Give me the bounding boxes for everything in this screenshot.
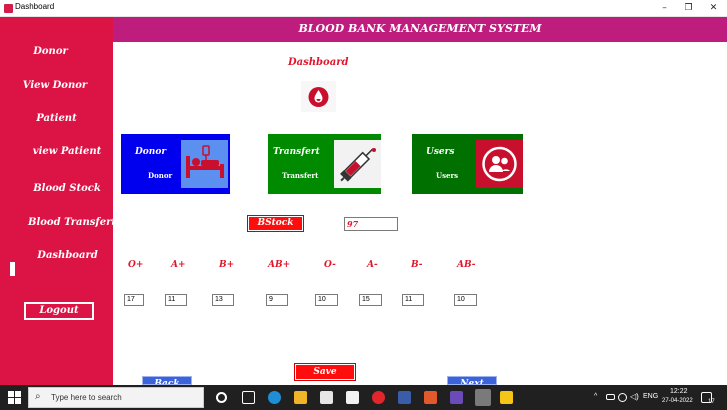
clock-date[interactable]: 27-04-2022 [662, 398, 693, 404]
blood-group-label: O+ [128, 260, 144, 270]
sidebar-item-patient[interactable]: Patient [0, 113, 113, 124]
blood-group-label: AB- [457, 260, 476, 270]
battery-icon[interactable] [606, 394, 615, 400]
volume-icon[interactable]: ◁) [630, 392, 639, 401]
taskbar: ⌕ Type here to search ^ ◁) ENG 12:22 27-… [0, 385, 727, 410]
save-button[interactable]: Save [294, 363, 356, 381]
sidebar: Donor View Donor Patient view Patient Bl… [0, 17, 116, 385]
blood-drop-logo [301, 81, 336, 112]
taskbar-search[interactable]: ⌕ Type here to search [28, 387, 204, 408]
blood-group-label: B- [411, 260, 423, 270]
sidebar-item-view-donor[interactable]: View Donor [10, 80, 100, 91]
users-icon [476, 140, 523, 188]
notification-count: 17 [708, 399, 715, 405]
network-icon[interactable] [618, 393, 627, 402]
bstock-total-field[interactable]: 97 [344, 217, 398, 231]
blood-group-label: A+ [171, 260, 186, 270]
language-indicator[interactable]: ENG [643, 393, 658, 400]
donor-card[interactable]: Donor Donor [121, 134, 230, 194]
sticky-app-icon[interactable] [500, 391, 513, 404]
patient-bed-icon [181, 140, 228, 188]
facebook-icon[interactable] [398, 391, 411, 404]
sidebar-item-donor[interactable]: Donor [0, 46, 107, 57]
blood-group-value-field[interactable]: 11 [402, 294, 424, 306]
donor-card-title: Donor [135, 147, 167, 157]
app-title: BLOOD BANK MANAGEMENT SYSTEM [298, 22, 542, 35]
file-explorer-icon[interactable] [294, 391, 307, 404]
blood-drop-icon [308, 87, 329, 107]
cortana-icon[interactable] [216, 392, 227, 403]
window-titlebar: Dashboard – ❐ ✕ [0, 0, 727, 17]
next-button[interactable]: Next [447, 376, 497, 385]
blood-group-label: A- [367, 260, 378, 270]
syringe-icon [334, 140, 381, 188]
users-card-subtitle: Users [436, 171, 459, 180]
transfert-card[interactable]: Transfert Transfert [268, 134, 381, 194]
store-icon[interactable] [320, 391, 333, 404]
blood-group-value-field[interactable]: 13 [212, 294, 234, 306]
taskbar-search-placeholder: Type here to search [51, 393, 122, 402]
office-icon[interactable] [424, 391, 437, 404]
search-icon: ⌕ [35, 391, 41, 402]
blood-group-value-field[interactable]: 10 [315, 294, 338, 306]
window-title: Dashboard [15, 2, 55, 11]
active-app-icon[interactable] [475, 389, 491, 406]
opera-icon[interactable] [372, 391, 385, 404]
sidebar-item-blood-transfert[interactable]: Blood Transfert [14, 217, 130, 228]
minimize-button[interactable]: – [652, 0, 677, 17]
windows-start-icon[interactable] [8, 391, 21, 404]
back-button[interactable]: Back [142, 376, 192, 385]
blood-group-value-field[interactable]: 9 [266, 294, 288, 306]
page-title: Dashboard [288, 57, 349, 68]
app-icon [4, 4, 13, 13]
task-view-icon[interactable] [242, 391, 255, 404]
bstock-button[interactable]: BStock [247, 215, 304, 232]
edge-icon[interactable] [268, 391, 281, 404]
blood-group-label: AB+ [268, 260, 291, 270]
visual-studio-icon[interactable] [450, 391, 463, 404]
logout-button[interactable]: Logout [24, 302, 94, 320]
blood-group-value-field[interactable]: 15 [359, 294, 382, 306]
donor-card-subtitle: Donor [148, 171, 173, 180]
clock-time[interactable]: 12:22 [670, 388, 688, 395]
transfert-card-subtitle: Transfert [282, 171, 319, 180]
blood-group-value-field[interactable]: 10 [454, 294, 477, 306]
restore-button[interactable]: ❐ [676, 0, 701, 17]
mail-icon[interactable] [346, 391, 359, 404]
transfert-card-title: Transfert [273, 147, 320, 157]
sidebar-item-view-patient[interactable]: view Patient [12, 146, 122, 157]
blood-group-value-field[interactable]: 17 [124, 294, 144, 306]
close-button[interactable]: ✕ [701, 0, 726, 17]
app-header: BLOOD BANK MANAGEMENT SYSTEM [113, 17, 727, 42]
users-card-title: Users [426, 147, 455, 157]
users-card[interactable]: Users Users [412, 134, 523, 194]
active-indicator [10, 262, 15, 276]
sidebar-item-blood-stock[interactable]: Blood Stock [12, 183, 122, 194]
sidebar-item-dashboard[interactable]: Dashboard [10, 250, 125, 261]
tray-chevron-icon[interactable]: ^ [594, 393, 597, 400]
blood-group-label: O- [324, 260, 336, 270]
blood-group-label: B+ [219, 260, 235, 270]
blood-group-value-field[interactable]: 11 [165, 294, 187, 306]
